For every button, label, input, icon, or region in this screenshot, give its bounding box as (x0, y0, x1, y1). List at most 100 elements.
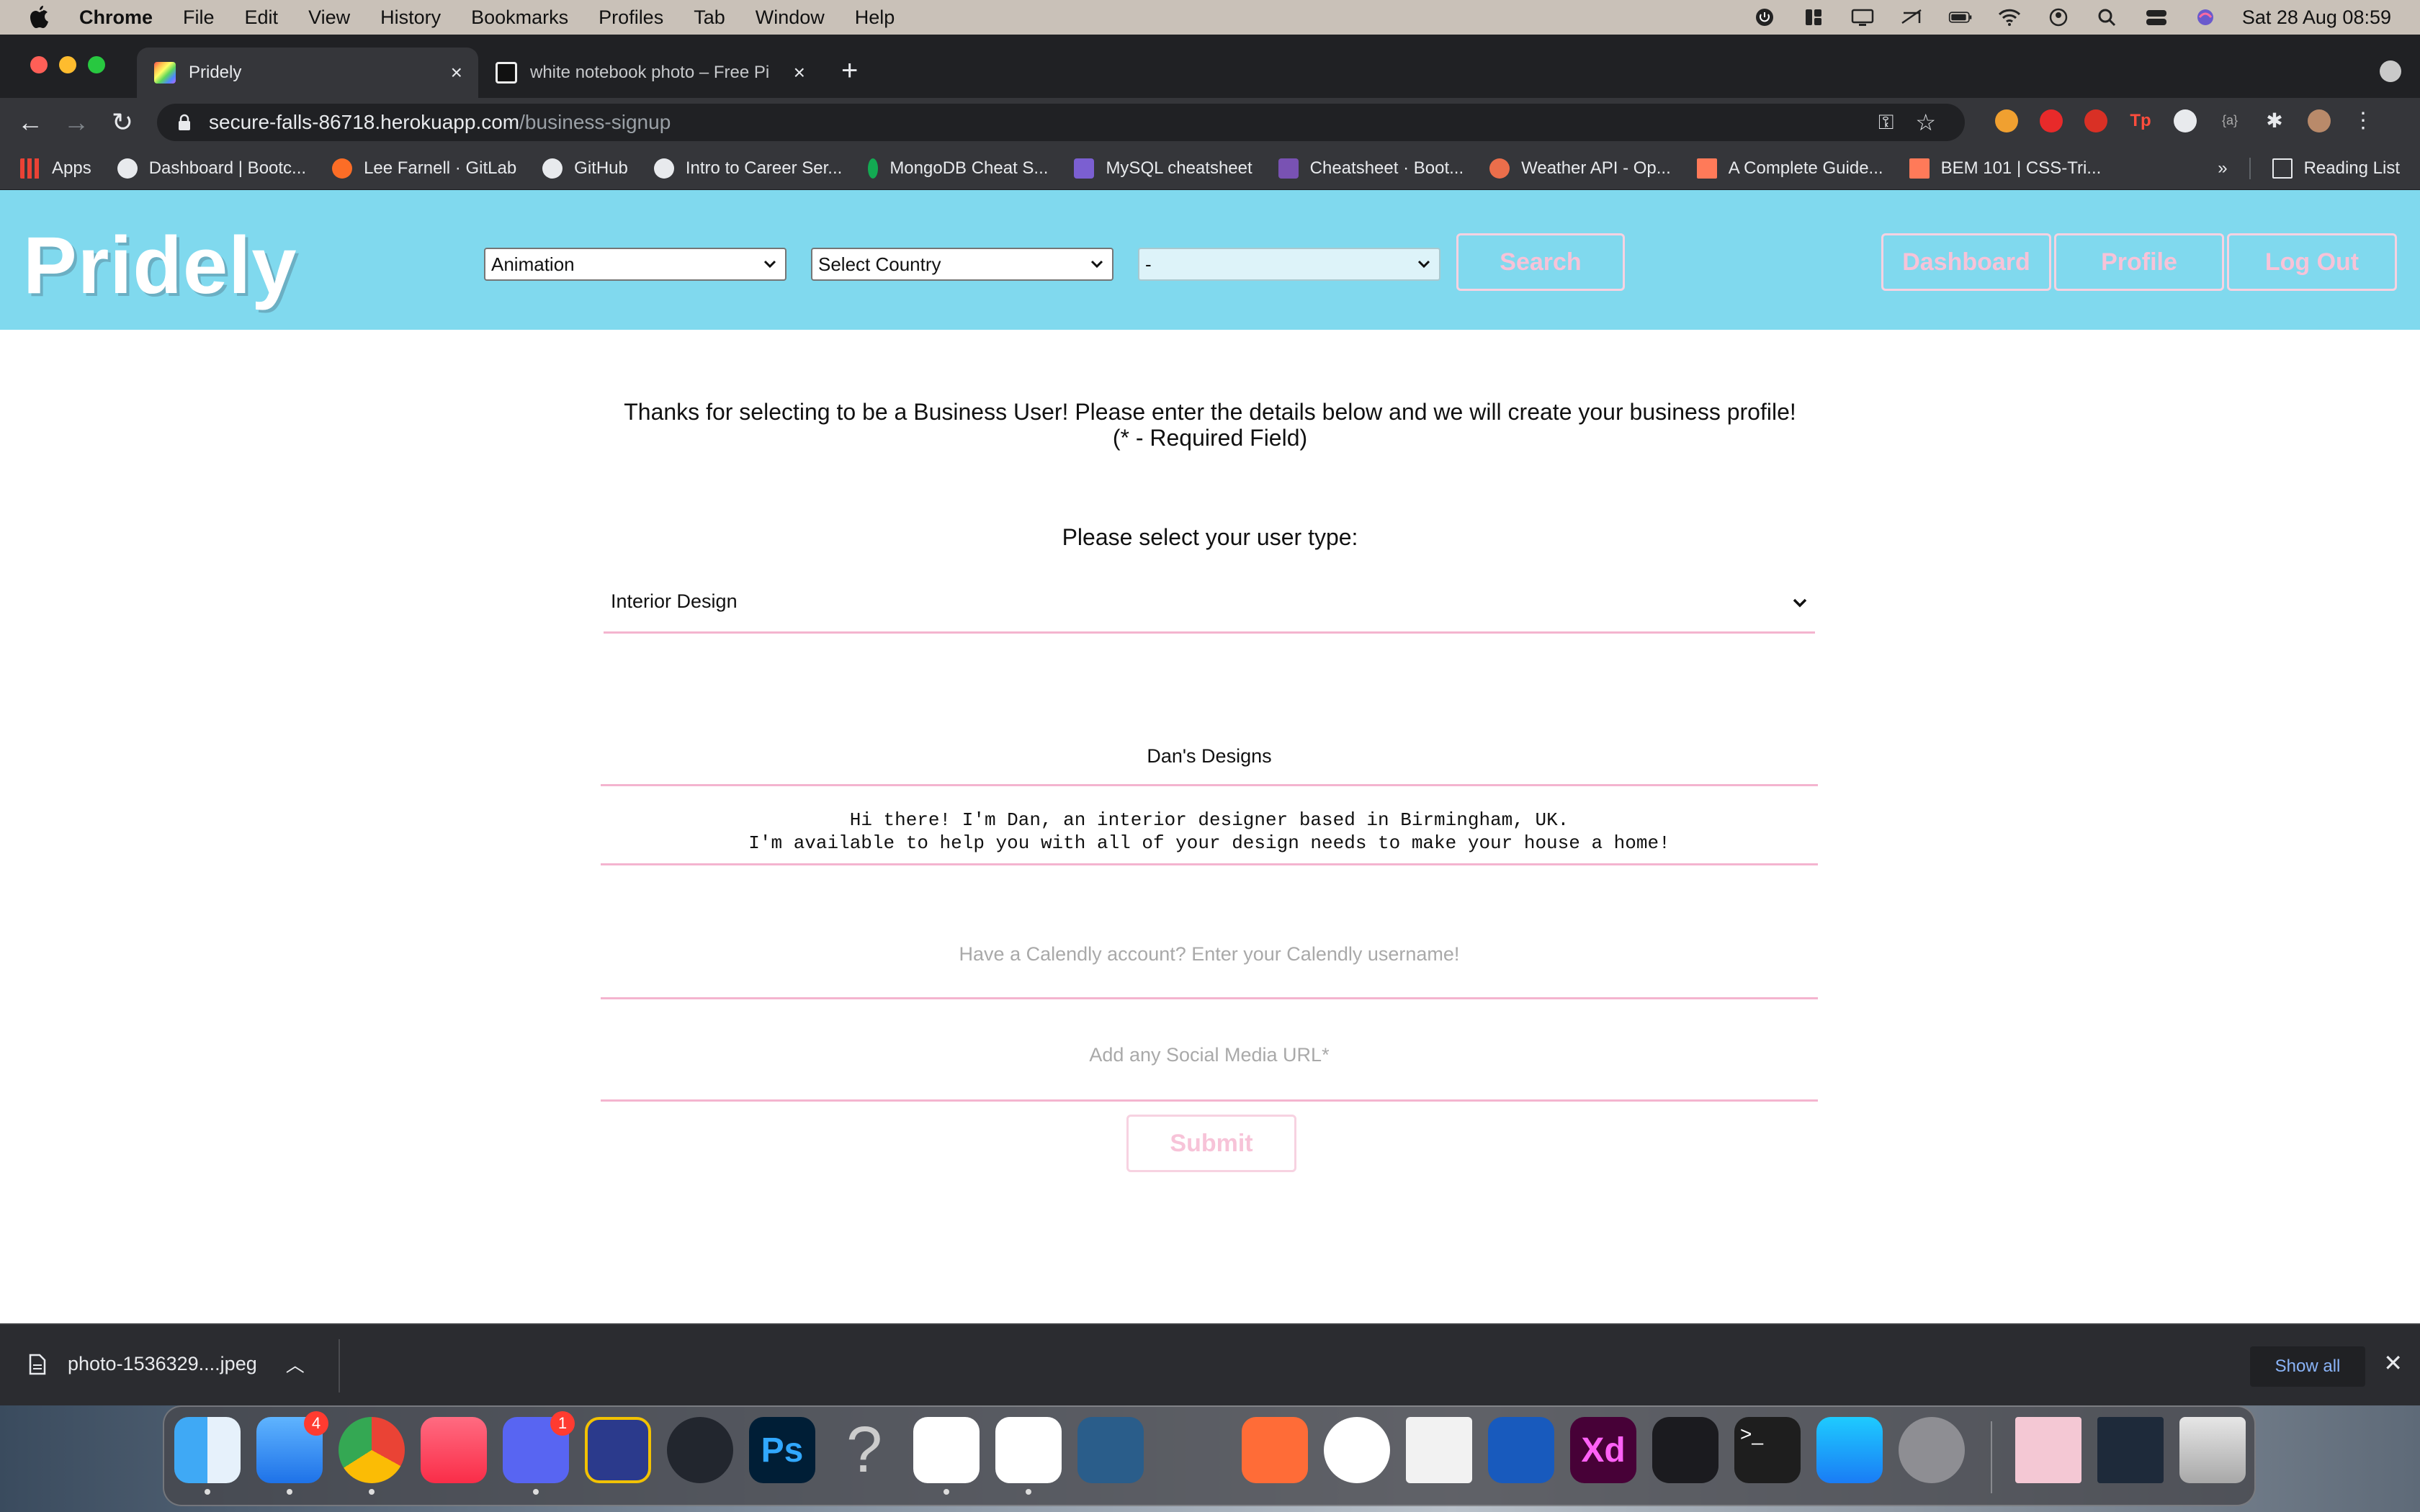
bookmark-bootstrap-cheatsheet[interactable]: Cheatsheet · Boot... (1278, 158, 1464, 179)
menu-edit[interactable]: Edit (245, 6, 279, 29)
json-extension-icon[interactable]: {a} (2218, 109, 2241, 132)
spotlight-icon[interactable] (2095, 7, 2120, 27)
layout-icon[interactable] (1801, 7, 1826, 27)
menu-profiles[interactable]: Profiles (599, 6, 663, 29)
forward-arrow-icon[interactable]: → (60, 107, 92, 138)
downloads-stack-icon[interactable] (2015, 1417, 2081, 1483)
user-account-icon[interactable] (2046, 7, 2071, 27)
menubar-datetime[interactable]: Sat 28 Aug 08:59 (2242, 6, 2391, 29)
tab-close-icon[interactable]: × (794, 61, 805, 84)
menu-help[interactable]: Help (855, 6, 895, 29)
category-select[interactable]: Animation (484, 248, 786, 281)
pokemon-tcg-icon[interactable] (585, 1417, 651, 1483)
amazon-extension-icon[interactable] (1995, 109, 2018, 132)
siri-icon[interactable] (2193, 7, 2218, 27)
word-icon[interactable] (1488, 1417, 1554, 1483)
window-close-button[interactable] (30, 56, 48, 73)
profile-avatar[interactable] (2308, 109, 2331, 132)
control-center-icon[interactable] (2144, 7, 2169, 27)
adobe-xd-icon[interactable]: Xd (1570, 1417, 1636, 1483)
terminal-icon[interactable]: >_ (1734, 1417, 1801, 1483)
music-icon[interactable] (421, 1417, 487, 1483)
address-bar[interactable]: secure-falls-86718.herokuapp.com/busines… (157, 104, 1965, 141)
bookmark-bem[interactable]: BEM 101 | CSS-Tri... (1909, 158, 2101, 179)
adblock-extension-icon[interactable] (2040, 109, 2063, 132)
key-icon[interactable]: ⚿ (1878, 111, 1894, 135)
country-select[interactable]: Select Country (811, 248, 1113, 281)
menu-file[interactable]: File (183, 6, 215, 29)
bookmark-complete-guide[interactable]: A Complete Guide... (1696, 158, 1883, 179)
site-logo[interactable]: Pridely (23, 219, 297, 312)
reading-list-button[interactable]: Reading List (2272, 158, 2400, 179)
system-preferences-icon[interactable] (1899, 1417, 1965, 1483)
menu-window[interactable]: Window (756, 6, 825, 29)
recorder-extension-icon[interactable] (2174, 109, 2197, 132)
window-minimize-button[interactable] (59, 56, 76, 73)
bookmark-weather-api[interactable]: Weather API - Op... (1489, 158, 1671, 179)
region-select[interactable]: - (1138, 248, 1440, 281)
cast-off-icon[interactable] (1899, 7, 1924, 27)
social-media-url-field[interactable]: Add any Social Media URL* (601, 1044, 1818, 1102)
calendly-username-field[interactable]: Have a Calendly account? Enter your Cale… (601, 943, 1818, 999)
battery-icon[interactable] (1948, 7, 1973, 27)
usertype-select[interactable]: Interior Design (604, 572, 1815, 634)
tp-extension-icon[interactable]: Tp (2129, 109, 2152, 132)
tab-close-icon[interactable]: × (451, 61, 462, 84)
power-icon[interactable] (1752, 7, 1777, 27)
bookmark-apps[interactable]: Apps (20, 158, 91, 179)
bookmark-gitlab[interactable]: Lee Farnell · GitLab (332, 158, 516, 179)
show-all-button[interactable]: Show all (2250, 1346, 2365, 1387)
window-thumbnail-icon[interactable] (2097, 1417, 2164, 1483)
vscode-icon[interactable] (995, 1417, 1062, 1495)
business-bio-textarea[interactable]: Hi there! I'm Dan, an interior designer … (601, 788, 1818, 865)
reload-icon[interactable]: ↻ (107, 107, 138, 138)
menu-view[interactable]: View (308, 6, 350, 29)
submit-button[interactable]: Submit (1126, 1115, 1296, 1172)
tab-pridely[interactable]: Pridely × (137, 48, 478, 98)
mysql-workbench-icon[interactable] (1077, 1417, 1144, 1483)
logout-button[interactable]: Log Out (2227, 233, 2397, 291)
app-store-icon[interactable] (1816, 1417, 1883, 1483)
puzzle-extensions-icon[interactable]: ✱ (2263, 109, 2286, 132)
menu-tab[interactable]: Tab (694, 6, 725, 29)
bookmark-mysql[interactable]: MySQL cheatsheet (1074, 158, 1252, 179)
new-tab-plus-icon[interactable]: + (841, 55, 858, 87)
tab-search-icon[interactable] (2380, 60, 2401, 82)
discord-icon[interactable]: 1 (503, 1411, 575, 1495)
wifi-icon[interactable] (1997, 7, 2022, 27)
obs-icon[interactable] (667, 1417, 733, 1483)
bookmark-bootcamp-dashboard[interactable]: Dashboard | Bootc... (117, 158, 306, 179)
display-icon[interactable] (1850, 7, 1875, 27)
trash-icon[interactable] (2179, 1417, 2246, 1483)
bookmark-career-services[interactable]: Intro to Career Ser... (653, 158, 842, 179)
window-zoom-button[interactable] (88, 56, 105, 73)
apple-icon[interactable] (29, 5, 50, 30)
download-item[interactable]: photo-1536329....jpeg ︿ (29, 1351, 305, 1377)
question-mark-icon[interactable]: ? (831, 1414, 897, 1486)
menu-history[interactable]: History (380, 6, 441, 29)
bookmark-star-icon[interactable]: ☆ (1915, 109, 1936, 136)
menu-bookmarks[interactable]: Bookmarks (471, 6, 568, 29)
close-icon[interactable]: ✕ (2383, 1349, 2403, 1377)
bookmark-github[interactable]: GitHub (542, 158, 628, 179)
slack-icon[interactable] (913, 1417, 980, 1495)
dashboard-button[interactable]: Dashboard (1881, 233, 2051, 291)
power-app-icon[interactable] (1652, 1417, 1718, 1483)
tab-unsplash[interactable]: white notebook photo – Free Pi × (478, 48, 821, 98)
lock-icon[interactable] (177, 114, 192, 131)
photoshop-icon[interactable]: Ps (749, 1417, 815, 1483)
search-button[interactable]: Search (1456, 233, 1625, 291)
gmail-extension-icon[interactable] (2084, 109, 2107, 132)
back-arrow-icon[interactable]: ← (14, 107, 46, 138)
mail-icon[interactable]: 4 (256, 1411, 328, 1495)
chevron-up-icon[interactable]: ︿ (286, 1351, 305, 1377)
chrome-icon[interactable] (339, 1417, 405, 1495)
finder-icon[interactable] (174, 1417, 241, 1495)
menu-app-chrome[interactable]: Chrome (79, 6, 153, 29)
profile-button[interactable]: Profile (2054, 233, 2224, 291)
postman-icon[interactable] (1242, 1417, 1308, 1483)
loom-icon[interactable] (1324, 1417, 1390, 1483)
bookmark-mongodb[interactable]: MongoDB Cheat S... (868, 158, 1048, 179)
business-name-field[interactable]: Dan's Designs (601, 726, 1818, 786)
document-icon[interactable] (1406, 1417, 1472, 1483)
